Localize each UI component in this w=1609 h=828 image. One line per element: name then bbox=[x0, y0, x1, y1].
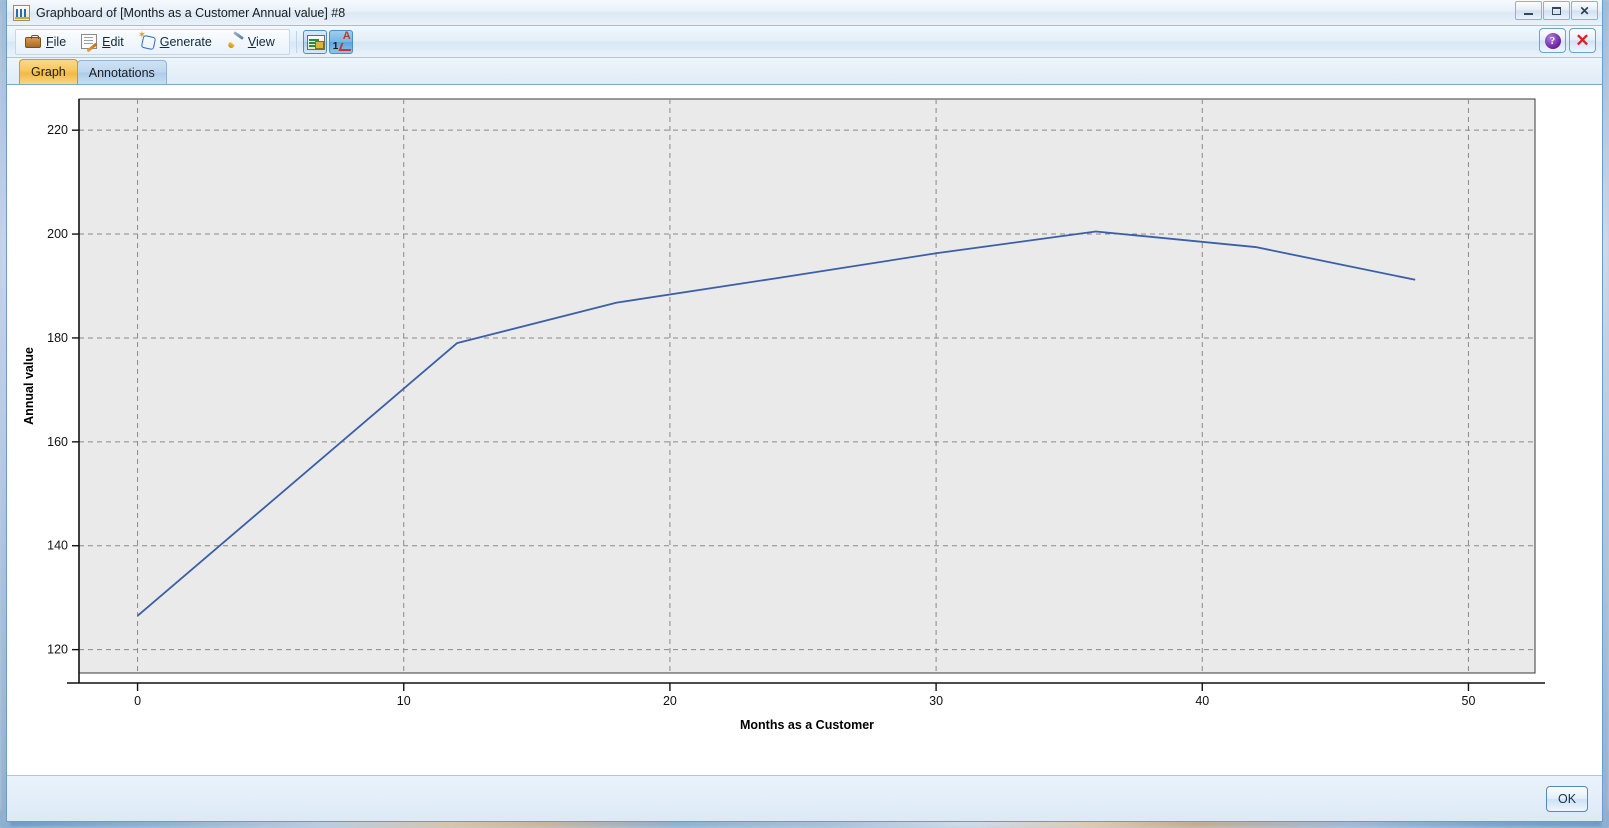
tab-annotations[interactable]: Annotations bbox=[77, 60, 167, 84]
tab-graph[interactable]: Graph bbox=[19, 59, 78, 84]
paintbrush-icon bbox=[227, 34, 243, 49]
sparkle-polygon-icon bbox=[139, 34, 155, 49]
maximize-button[interactable] bbox=[1543, 1, 1570, 20]
minimize-icon bbox=[1524, 13, 1533, 15]
document-pencil-icon bbox=[81, 34, 97, 49]
help-button[interactable]: ? bbox=[1539, 28, 1566, 53]
tab-strip: Graph Annotations bbox=[7, 58, 1602, 85]
menu-item-view-label: View bbox=[248, 35, 275, 49]
window-controls: ✕ bbox=[1515, 1, 1598, 20]
dialog-close-button[interactable]: ✕ bbox=[1569, 28, 1596, 53]
line-chart: 120 140 160 180 200 220 0 10 20 30 40 50 Months as a… bbox=[7, 85, 1602, 751]
x-tick-label: 0 bbox=[134, 694, 141, 708]
minimize-button[interactable] bbox=[1515, 1, 1542, 20]
menu-item-generate-label: Generate bbox=[160, 35, 212, 49]
menu-item-edit-label: Edit bbox=[102, 35, 124, 49]
menu-item-view[interactable]: View bbox=[222, 32, 285, 51]
show-data-table-button[interactable] bbox=[303, 30, 327, 54]
window-title: Graphboard of [Months as a Customer Annu… bbox=[36, 6, 345, 20]
x-tick-label: 10 bbox=[397, 694, 411, 708]
y-axis-title: Annual value bbox=[22, 347, 36, 425]
annotation-button[interactable] bbox=[329, 30, 353, 54]
close-icon: ✕ bbox=[1579, 5, 1589, 17]
y-tick-label: 120 bbox=[47, 643, 68, 657]
table-export-icon bbox=[307, 35, 325, 50]
x-tick-label: 20 bbox=[663, 694, 677, 708]
plot-background bbox=[79, 99, 1535, 673]
dialog-action-buttons: ? ✕ bbox=[1539, 28, 1596, 53]
y-tick-label: 200 bbox=[47, 227, 68, 241]
y-tick-label: 220 bbox=[47, 123, 68, 137]
y-tick-label: 140 bbox=[47, 539, 68, 553]
y-tick-label: 180 bbox=[47, 331, 68, 345]
menu-item-file-label: File bbox=[46, 35, 66, 49]
window-close-button[interactable]: ✕ bbox=[1571, 1, 1598, 20]
x-axis-title: Months as a Customer bbox=[740, 718, 874, 732]
help-circle-icon: ? bbox=[1545, 33, 1561, 49]
menu-item-file[interactable]: File bbox=[20, 33, 76, 51]
menu-item-generate[interactable]: Generate bbox=[134, 32, 222, 51]
graphboard-window: Graphboard of [Months as a Customer Annu… bbox=[6, 0, 1603, 822]
chart-canvas[interactable]: 120 140 160 180 200 220 0 10 20 30 40 50 Months as a… bbox=[7, 85, 1602, 775]
red-x-icon: ✕ bbox=[1575, 32, 1589, 49]
x-tick-label: 40 bbox=[1195, 694, 1209, 708]
tab-graph-label: Graph bbox=[31, 65, 66, 79]
graph-document-icon bbox=[13, 5, 30, 21]
ok-button[interactable]: OK bbox=[1546, 786, 1588, 812]
menu-toolbar-row: File Edit Generate View ? bbox=[7, 26, 1602, 58]
tab-annotations-label: Annotations bbox=[89, 66, 155, 80]
title-bar: Graphboard of [Months as a Customer Annu… bbox=[7, 0, 1602, 26]
x-tick-label: 30 bbox=[929, 694, 943, 708]
annotation-label-icon bbox=[332, 33, 352, 52]
toolbar-separator bbox=[296, 31, 297, 53]
briefcase-icon bbox=[25, 37, 41, 48]
menu-bar: File Edit Generate View bbox=[15, 29, 290, 55]
menu-item-edit[interactable]: Edit bbox=[76, 32, 134, 51]
maximize-icon bbox=[1552, 7, 1561, 15]
x-tick-label: 50 bbox=[1462, 694, 1476, 708]
y-tick-label: 160 bbox=[47, 435, 68, 449]
dialog-footer: OK bbox=[7, 775, 1602, 821]
